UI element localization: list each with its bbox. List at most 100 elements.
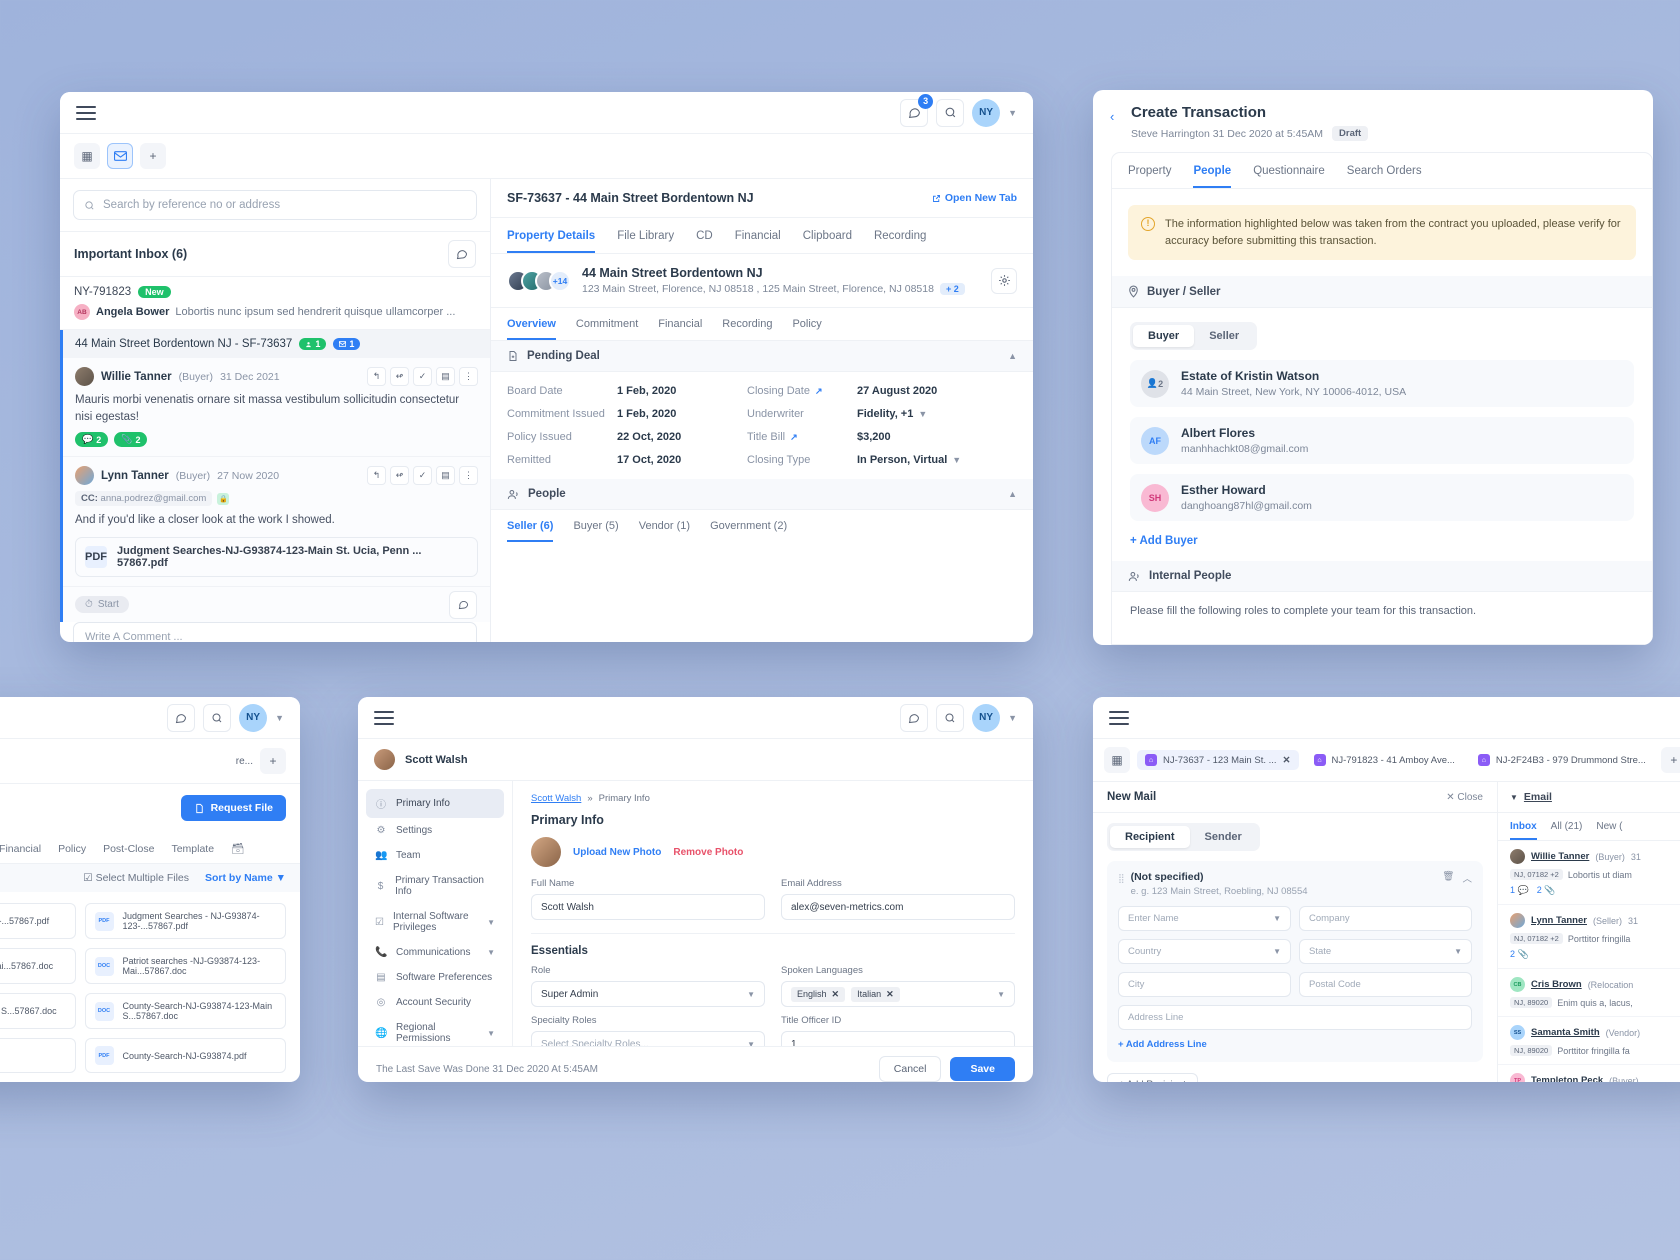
tab-transaction-1[interactable]: ⌂NJ-73637 - 123 Main St. ...✕ bbox=[1137, 750, 1299, 770]
add-tab-button[interactable]: + bbox=[140, 143, 166, 169]
sidebar-item-settings[interactable]: ⚙Settings bbox=[366, 818, 504, 843]
list-item[interactable]: TPTempleton Peck(Buyer) Faucibus pellent… bbox=[1498, 1065, 1680, 1082]
list-item[interactable]: CBCris Brown(Relocation NJ, 89020Enim qu… bbox=[1498, 969, 1680, 1017]
list-item[interactable]: Willie Tanner(Buyer)31 NJ, 07182 +2Lobor… bbox=[1498, 841, 1680, 905]
address-overflow-badge[interactable]: + 2 bbox=[940, 283, 965, 295]
chevron-down-icon[interactable]: ▼ bbox=[1008, 108, 1017, 118]
add-recipient-button[interactable]: + Add Recipient bbox=[1107, 1073, 1198, 1082]
delete-icon[interactable]: 🗑 bbox=[1442, 871, 1454, 885]
more-options-icon[interactable]: ⋮ bbox=[459, 367, 478, 386]
check-icon[interactable]: ✓ bbox=[413, 367, 432, 386]
grid-icon[interactable]: ▦ bbox=[74, 143, 100, 169]
sidebar-item-team[interactable]: 👥Team bbox=[366, 843, 504, 868]
tab-template[interactable]: Template bbox=[171, 833, 214, 863]
tab-transaction-3[interactable]: ⌂NJ-2F24B3 - 979 Drummond Stre... bbox=[1470, 750, 1654, 770]
more-options-icon[interactable]: ⋮ bbox=[459, 466, 478, 485]
sort-dropdown[interactable]: Sort by Name ▼ bbox=[205, 872, 286, 884]
drag-handle-icon[interactable]: ⣿ bbox=[1118, 873, 1124, 884]
close-icon[interactable]: ✕ bbox=[832, 989, 840, 1000]
reply-icon[interactable]: ↰ bbox=[367, 367, 386, 386]
list-item[interactable]: NY-791823 New AB Angela Bower Lobortis n… bbox=[60, 277, 490, 330]
external-link-icon[interactable]: ↗ bbox=[815, 386, 823, 397]
chevron-down-icon[interactable]: ▼ bbox=[1008, 713, 1017, 723]
close-icon[interactable]: ✕ bbox=[1283, 755, 1291, 766]
chevron-up-icon[interactable]: ▲ bbox=[1008, 489, 1017, 499]
remove-photo-button[interactable]: Remove Photo bbox=[673, 847, 743, 858]
close-button[interactable]: ✕ Close bbox=[1446, 792, 1483, 803]
external-link-icon[interactable]: ↗ bbox=[790, 432, 798, 443]
avatar[interactable]: NY bbox=[972, 704, 1000, 732]
sidebar-item-primary-info[interactable]: ⓘPrimary Info bbox=[366, 789, 504, 818]
menu-icon[interactable] bbox=[76, 106, 96, 120]
people-tab-seller[interactable]: Seller (6) bbox=[507, 510, 553, 542]
add-buyer-button[interactable]: + Add Buyer bbox=[1130, 535, 1198, 547]
tab-property-details[interactable]: Property Details bbox=[507, 218, 595, 253]
segment-seller[interactable]: Seller bbox=[1194, 325, 1254, 347]
tab-file-library[interactable]: File Library bbox=[617, 218, 674, 253]
tab-people[interactable]: People bbox=[1193, 153, 1231, 188]
country-input[interactable]: Country▼ bbox=[1118, 939, 1291, 964]
full-name-field[interactable]: Scott Walsh bbox=[531, 894, 765, 920]
thread-reply-button[interactable] bbox=[449, 591, 477, 619]
tab-financial[interactable]: Financial bbox=[735, 218, 781, 253]
notifications-button[interactable]: 3 bbox=[900, 99, 928, 127]
cancel-button[interactable]: Cancel bbox=[879, 1056, 942, 1082]
tab-search-orders[interactable]: Search Orders bbox=[1347, 153, 1422, 188]
tab-questionnaire[interactable]: Questionnaire bbox=[1253, 153, 1325, 188]
city-input[interactable]: City bbox=[1118, 972, 1291, 997]
language-tag[interactable]: English✕ bbox=[791, 987, 845, 1002]
grid-icon[interactable]: ▦ bbox=[1104, 747, 1130, 773]
calendar-icon[interactable]: ▤ bbox=[436, 466, 455, 485]
chevron-down-icon[interactable]: ▼ bbox=[952, 455, 961, 465]
tab-post-close[interactable]: Post-Close bbox=[103, 833, 154, 863]
subtab-overview[interactable]: Overview bbox=[507, 308, 556, 340]
state-input[interactable]: State▼ bbox=[1299, 939, 1472, 964]
inbox-filter-button[interactable] bbox=[448, 240, 476, 268]
chevron-down-icon[interactable]: ▼ bbox=[487, 918, 495, 927]
email-panel-header[interactable]: ▼ Email bbox=[1498, 782, 1680, 813]
breadcrumb-root[interactable]: Scott Walsh bbox=[531, 793, 581, 804]
tab-policy[interactable]: Policy bbox=[58, 833, 86, 863]
open-new-tab-button[interactable]: Open New Tab bbox=[932, 192, 1017, 204]
notifications-button[interactable] bbox=[167, 704, 195, 732]
list-item[interactable]: SH Esther Howard danghoang87hl@gmail.com bbox=[1130, 474, 1634, 521]
archive-icon[interactable]: 🗃 bbox=[231, 832, 244, 863]
tab-property[interactable]: Property bbox=[1128, 153, 1171, 188]
add-address-line-button[interactable]: + Add Address Line bbox=[1118, 1039, 1207, 1050]
menu-icon[interactable] bbox=[374, 711, 394, 725]
pending-deal-section-header[interactable]: Pending Deal ▲ bbox=[491, 341, 1033, 372]
subtab-recording[interactable]: Recording bbox=[722, 308, 772, 340]
subtab-commitment[interactable]: Commitment bbox=[576, 308, 638, 340]
reply-all-icon[interactable]: ↫ bbox=[390, 367, 409, 386]
search-button[interactable] bbox=[203, 704, 231, 732]
tab-inbox[interactable]: Inbox bbox=[1510, 813, 1537, 840]
list-item[interactable]: Lynn Tanner(Seller)31 NJ, 07182 +2Portti… bbox=[1498, 905, 1680, 969]
sidebar-item-regional-permissions[interactable]: 🌐Regional Permissions▼ bbox=[366, 1015, 504, 1051]
field-value[interactable]: Fidelity, +1▼ bbox=[857, 408, 1017, 420]
add-tab-button[interactable]: + bbox=[260, 748, 286, 774]
start-button[interactable]: ⏱ Start bbox=[75, 596, 129, 613]
address-line-input[interactable]: Address Line bbox=[1118, 1005, 1472, 1030]
segment-recipient[interactable]: Recipient bbox=[1110, 826, 1190, 848]
list-item[interactable]: PDFG93874.pdf bbox=[0, 1038, 76, 1073]
chevron-down-icon[interactable]: ▼ bbox=[487, 948, 495, 957]
calendar-icon[interactable]: ▤ bbox=[436, 367, 455, 386]
chevron-up-icon[interactable]: ▲ bbox=[1008, 351, 1017, 361]
tab-transaction-2[interactable]: ⌂NJ-791823 - 41 Amboy Ave... bbox=[1306, 750, 1463, 770]
tab-financial[interactable]: Financial bbox=[0, 833, 41, 863]
subtab-financial[interactable]: Financial bbox=[658, 308, 702, 340]
gear-icon[interactable] bbox=[991, 268, 1017, 294]
list-item[interactable]: PDFhes - NJ-G93874-123-...57867.pdf bbox=[0, 903, 76, 939]
list-item[interactable]: DOCNJ-G93874-123-Main S...57867.doc bbox=[0, 993, 76, 1029]
chevron-down-icon[interactable]: ▼ bbox=[1510, 793, 1518, 802]
reply-icon[interactable]: ↰ bbox=[367, 466, 386, 485]
subtab-policy[interactable]: Policy bbox=[792, 308, 821, 340]
close-icon[interactable]: ✕ bbox=[886, 989, 894, 1000]
chevron-down-icon[interactable]: ▼ bbox=[275, 713, 284, 723]
specialty-roles-select[interactable]: Select Specialty Roles...▼ bbox=[531, 1031, 765, 1046]
list-item[interactable]: SSSamanta Smith(Vendor) NJ, 89020Porttit… bbox=[1498, 1017, 1680, 1065]
role-select[interactable]: Super Admin▼ bbox=[531, 981, 765, 1007]
list-item[interactable]: DOCPatriot searches -NJ-G93874-123-Mai..… bbox=[85, 948, 287, 984]
attachment-card[interactable]: PDF Judgment Searches-NJ-G93874-123-Main… bbox=[75, 537, 478, 577]
spoken-languages-select[interactable]: English✕ Italian✕ ▼ bbox=[781, 981, 1015, 1007]
